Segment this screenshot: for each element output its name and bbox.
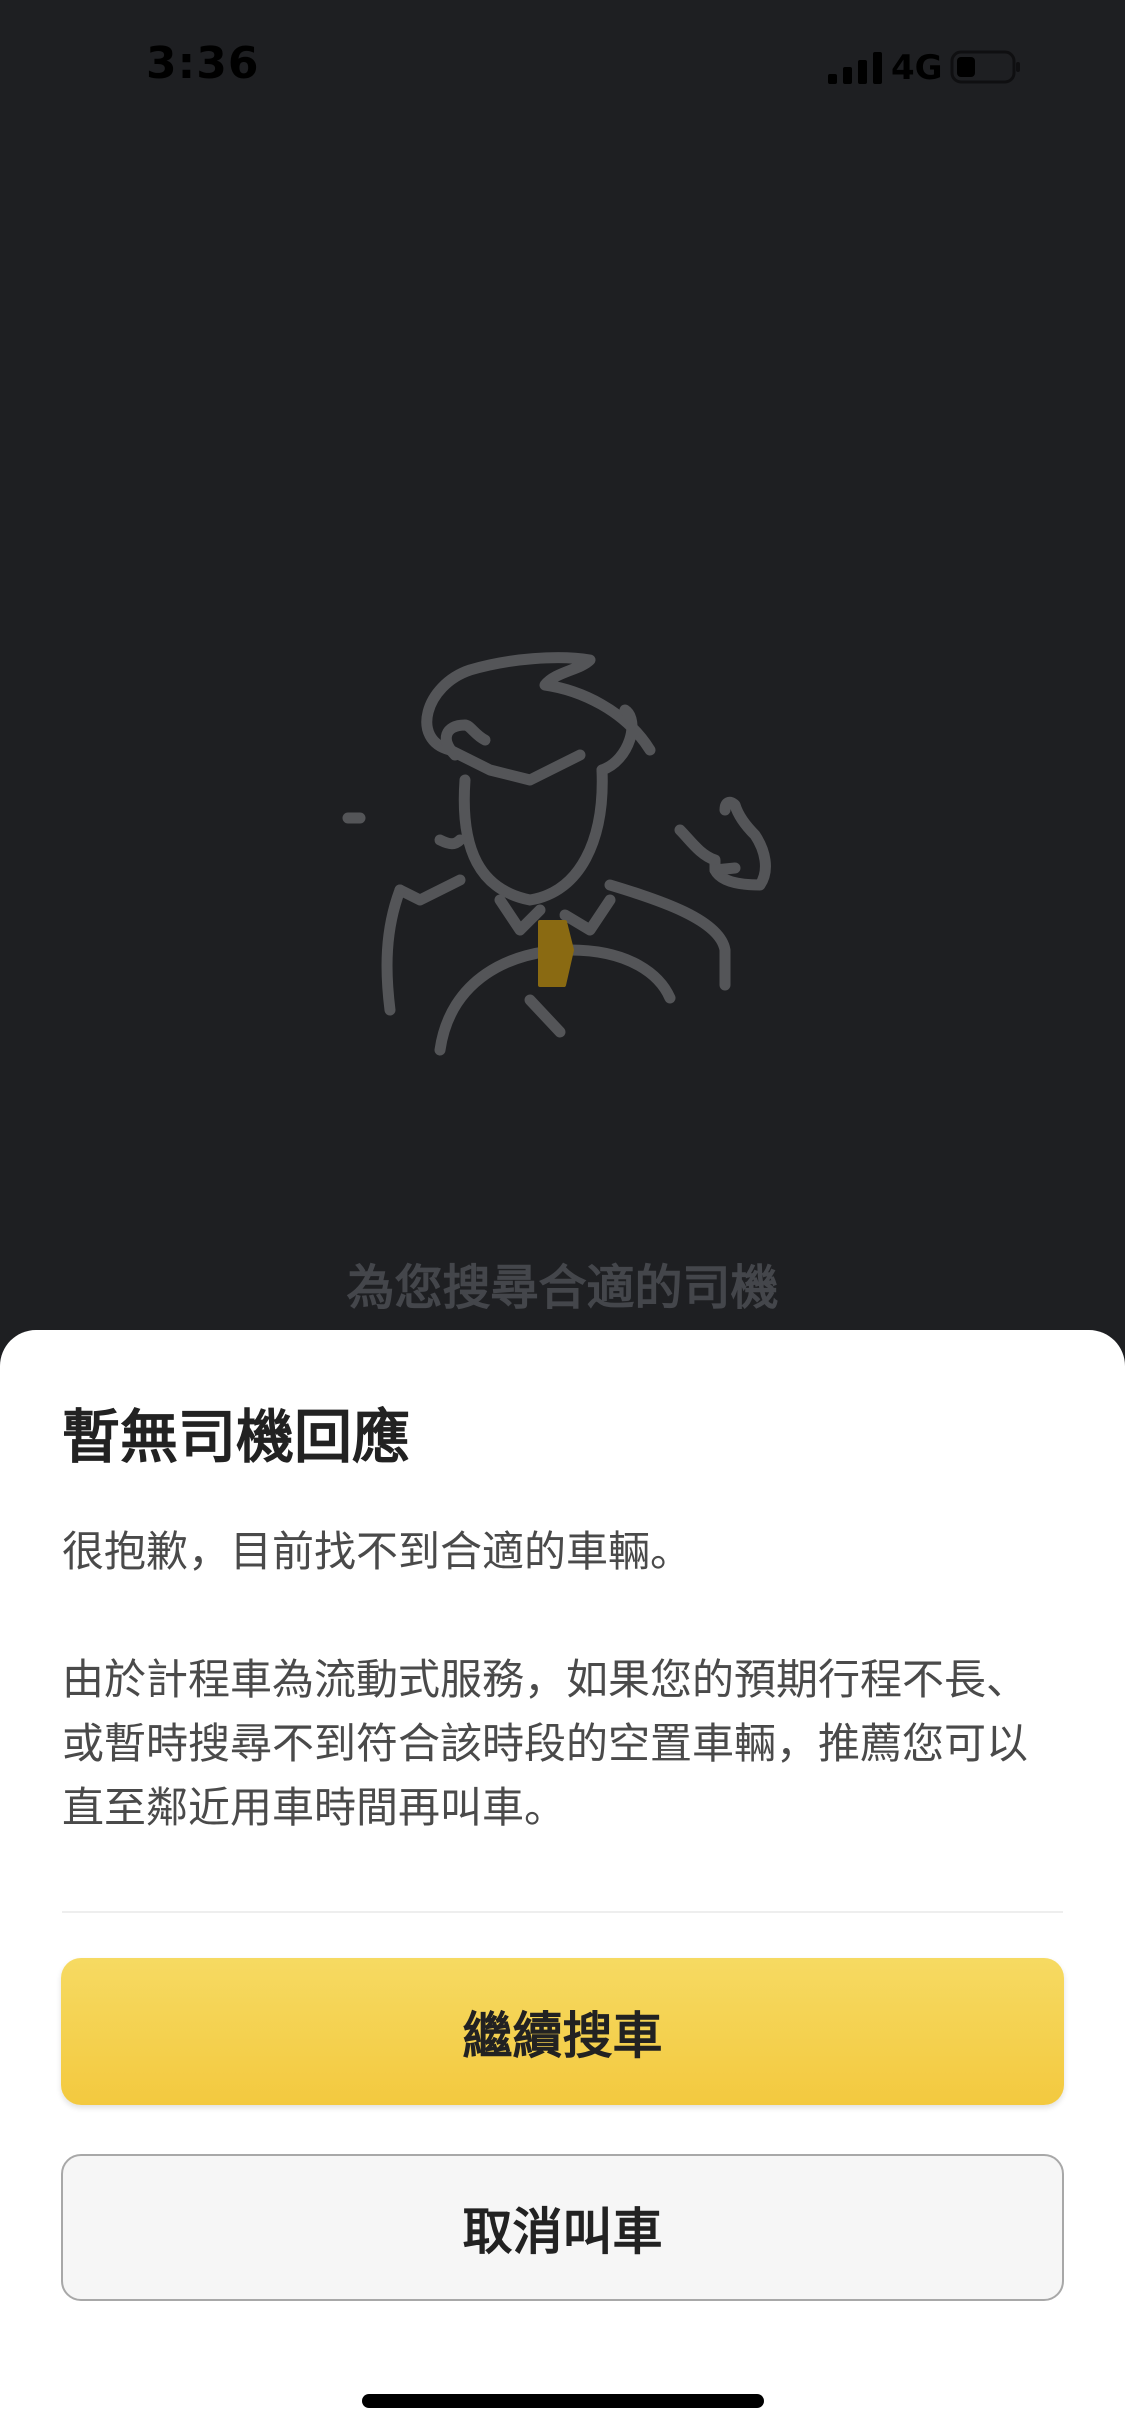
- status-time: 3:36: [146, 38, 260, 89]
- message-apology: 很抱歉，目前找不到合適的車輛。: [62, 1527, 693, 1576]
- no-driver-bottom-sheet: 暫無司機回應 很抱歉，目前找不到合適的車輛。 由於計程車為流動式服務，如果您的預…: [0, 1330, 1125, 2436]
- driver-icon: [342, 652, 771, 1056]
- signal-bars-icon: [828, 52, 882, 84]
- sheet-title: 暫無司機回應: [62, 1403, 411, 1471]
- app-screen: 3:36 4G 為您搜尋合適的司機 暫無司機回應 很抱歉，目前找不到合適的車輛。…: [0, 0, 1125, 2436]
- cancel-booking-button[interactable]: 取消叫車: [61, 2154, 1064, 2301]
- status-bar: 3:36 4G: [0, 0, 1125, 132]
- sheet-message: 很抱歉，目前找不到合適的車輛。 由於計程車為流動式服務，如果您的預期行程不長、或…: [62, 1520, 1062, 1840]
- battery-icon: [950, 50, 1020, 84]
- home-indicator[interactable]: [362, 2394, 764, 2408]
- divider: [62, 1911, 1063, 1913]
- network-type: 4G: [891, 48, 943, 88]
- continue-search-button[interactable]: 繼續搜車: [61, 1958, 1064, 2105]
- searching-status-text: 為您搜尋合適的司機: [346, 1260, 779, 1316]
- message-suggestion: 由於計程車為流動式服務，如果您的預期行程不長、或暫時搜尋不到符合該時段的空置車輛…: [62, 1655, 1029, 1832]
